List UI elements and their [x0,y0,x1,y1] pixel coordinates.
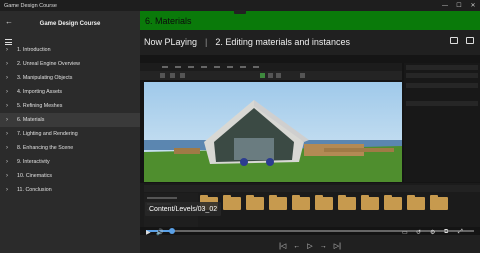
chapter-item[interactable]: › 2. Unreal Engine Overview [0,57,140,71]
player-navigation: |◁ ← ▷ → ▷| [140,239,480,253]
drag-handle[interactable] [234,10,246,14]
minimize-icon[interactable]: — [438,0,452,11]
chapter-label: 8. Enhancing the Scene [17,145,74,151]
folder-icon [338,195,356,210]
video-controls: ▶ 🔊 ▭ ↺ ⚙ ⧉ ⤢ [140,229,480,237]
editor-toolbar [140,71,402,80]
details-panel [404,63,480,182]
video-player[interactable]: Content/Levels/03_02 [140,55,480,235]
chapter-item[interactable]: › 1. Introduction [0,43,140,57]
chapter-label: 1. Introduction [17,47,51,53]
chapter-item[interactable]: › 3. Manipulating Objects [0,71,140,85]
chapter-list: › 1. Introduction › 2. Unreal Engine Overv… [0,43,140,197]
folder-icon [407,195,425,210]
cast-icon[interactable]: ⧉ [444,229,448,236]
maximize-icon[interactable]: ☐ [452,0,466,11]
chapter-label: 6. Materials [17,117,45,123]
chevron-right-icon: › [6,75,8,81]
folder-icon [223,195,241,210]
play-icon[interactable]: ▶ [146,229,151,236]
editor-menu-bar [140,63,402,71]
chapter-item[interactable]: › 5. Refining Meshes [0,99,140,113]
chapter-label: 4. Importing Assets [17,89,63,95]
captions-icon[interactable]: ▭ [402,229,408,236]
fullscreen-video-icon[interactable]: ⤢ [458,229,463,236]
window-controls: — ☐ ✕ [438,0,480,11]
chapter-banner-title: 6. Materials [145,15,192,26]
chapter-label: 7. Lighting and Rendering [17,131,78,137]
chapter-item[interactable]: › 11. Conclusion [0,183,140,197]
folder-icon [430,195,448,210]
previous-icon[interactable]: ← [293,243,300,250]
back-arrow-icon[interactable]: ← [5,17,13,26]
chapter-label: 3. Manipulating Objects [17,75,73,81]
chevron-right-icon: › [6,103,8,109]
now-playing-bar: Now PLaying | 2. Editing materials and i… [140,34,480,50]
fullscreen-icon[interactable] [466,37,474,44]
chapter-label: 5. Refining Meshes [17,103,63,109]
lesson-title: 2. Editing materials and instances [215,37,350,47]
chevron-right-icon: › [6,131,8,137]
skip-to-start-icon[interactable]: |◁ [279,242,286,250]
editor-title-bar [140,55,480,63]
chevron-right-icon: › [6,187,8,193]
scene-viewport [144,82,402,182]
chapter-item-selected[interactable]: › 6. Materials [0,113,140,127]
chapter-label: 11. Conclusion [17,187,52,193]
mini-player-icon[interactable] [450,37,458,44]
house-scene-image [144,82,402,182]
folder-icon [292,195,310,210]
content-browser-toolbar [144,185,480,192]
chapter-label: 2. Unreal Engine Overview [17,61,81,67]
app-window: Game Design Course — ☐ ✕ ← Game Design C… [0,0,480,253]
folder-icon [246,195,264,210]
rewind-icon[interactable]: ↺ [416,229,421,236]
window-title: Game Design Course [4,2,57,9]
volume-icon[interactable]: 🔊 [156,229,163,236]
chapter-label: 10. Cinematics [17,173,53,179]
separator: | [205,37,208,47]
sidebar-header: ← Game Design Course [0,11,140,35]
chapter-item[interactable]: › 8. Enhancing the Scene [0,141,140,155]
folder-icon [361,195,379,210]
chapter-item[interactable]: › 10. Cinematics [0,169,140,183]
chapter-label: 9. Interactivity [17,159,50,165]
next-icon[interactable]: → [320,243,327,250]
chapter-item[interactable]: › 9. Interactivity [0,155,140,169]
settings-icon[interactable]: ⚙ [430,229,435,236]
folder-icon [384,195,402,210]
chapter-banner: 6. Materials [140,11,480,30]
close-icon[interactable]: ✕ [466,0,480,11]
play-pause-icon[interactable]: ▷ [307,242,312,250]
chevron-right-icon: › [6,61,8,67]
view-options [450,37,474,44]
chevron-right-icon: › [6,145,8,151]
now-playing-label: Now PLaying [144,37,198,47]
chevron-right-icon: › [6,117,8,123]
chapter-item[interactable]: › 7. Lighting and Rendering [0,127,140,141]
chapter-item[interactable]: › 4. Importing Assets [0,85,140,99]
chevron-right-icon: › [6,159,8,165]
chevron-right-icon: › [6,47,8,53]
chevron-right-icon: › [6,173,8,179]
video-caption: Content/Levels/03_02 [145,202,222,216]
folder-grid [200,195,448,210]
folder-icon [269,195,287,210]
main-panel: 6. Materials Now PLaying | 2. Editing ma… [140,10,480,253]
folder-icon [315,195,333,210]
skip-to-end-icon[interactable]: ▷| [334,242,341,250]
course-title: Game Design Course [39,21,101,27]
chevron-right-icon: › [6,89,8,95]
sidebar: ← Game Design Course › 1. Introduction › 2… [0,11,140,253]
